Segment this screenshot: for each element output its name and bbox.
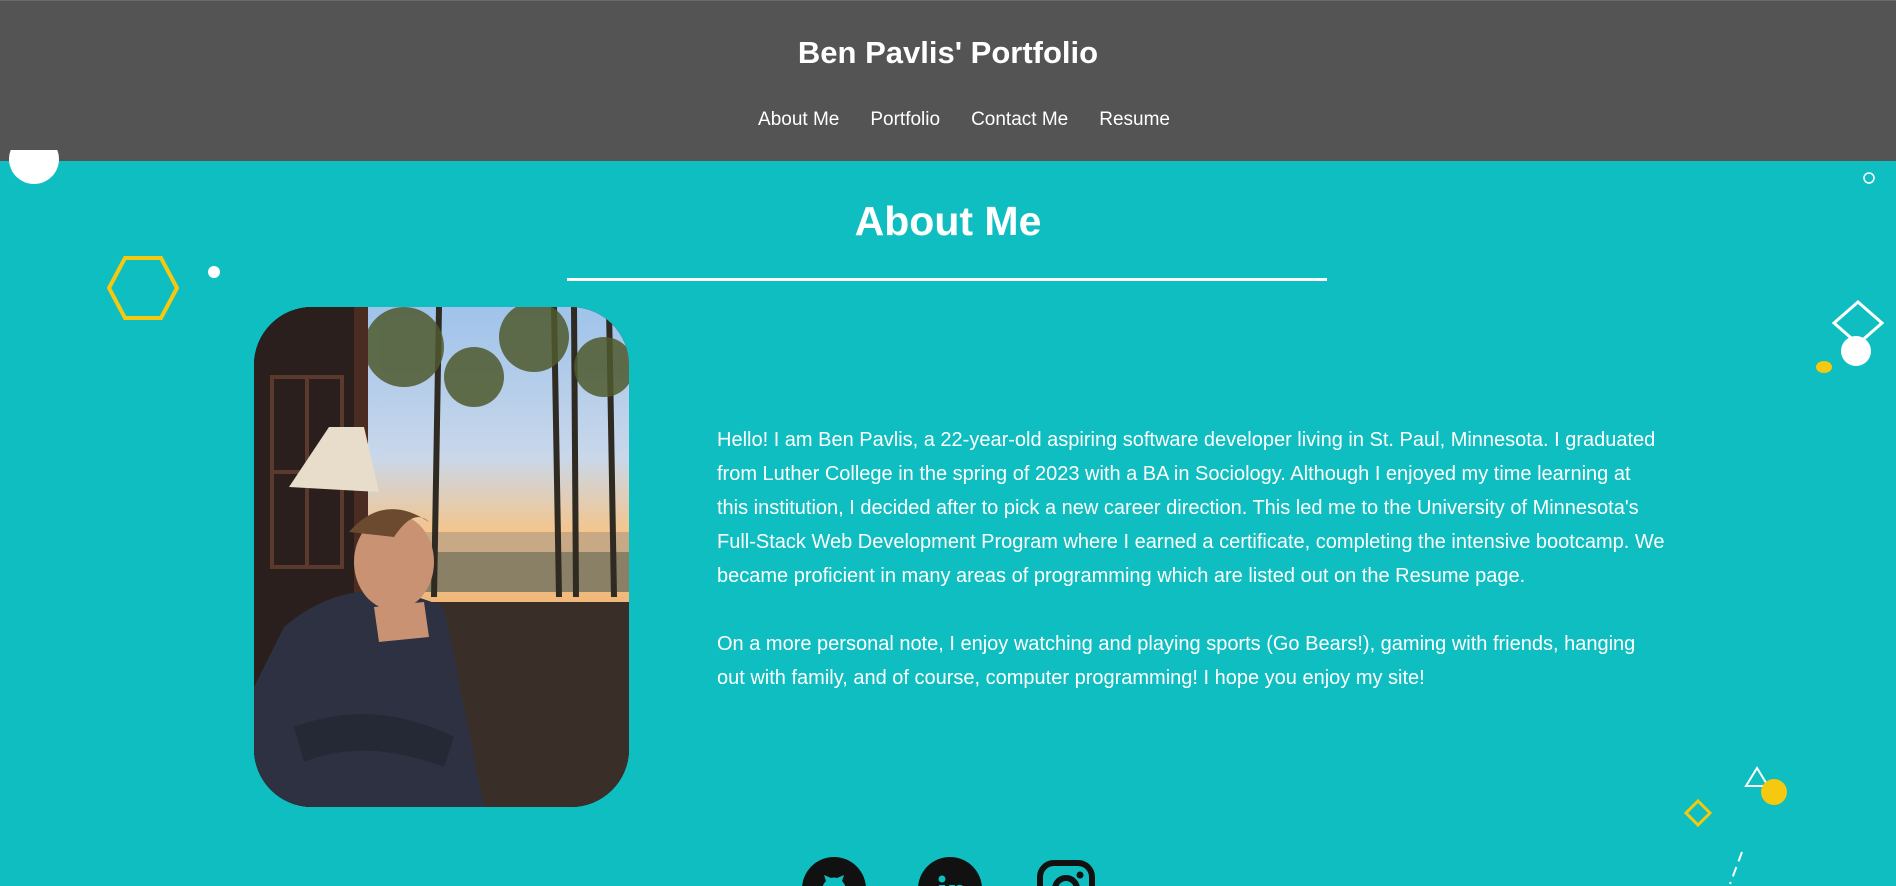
profile-photo: [254, 307, 629, 807]
decor-circle: [1760, 778, 1788, 806]
linkedin-icon[interactable]: [918, 857, 982, 886]
title-divider: [567, 278, 1327, 281]
github-icon[interactable]: [802, 857, 866, 886]
about-section: About Me Hello! I am Ben Pavlis, a 22-ye…: [0, 161, 1896, 886]
site-header: Ben Pavlis' Portfolio About Me Portfolio…: [0, 0, 1896, 161]
decor-ring: [1862, 171, 1876, 185]
nav-portfolio[interactable]: Portfolio: [870, 109, 940, 131]
instagram-icon[interactable]: [1034, 857, 1098, 886]
section-title: About Me: [854, 198, 1042, 244]
nav-about-me[interactable]: About Me: [758, 109, 839, 131]
decor-oval: [1815, 360, 1833, 374]
decor-diamond: [1684, 799, 1712, 827]
social-links: [802, 857, 1098, 886]
decor-circle: [8, 150, 60, 185]
main-nav: About Me Portfolio Contact Me Resume: [16, 109, 1896, 131]
decor-line: [1726, 850, 1746, 886]
nav-resume[interactable]: Resume: [1099, 109, 1170, 131]
nav-contact-me[interactable]: Contact Me: [971, 109, 1068, 131]
decor-dot: [207, 265, 221, 279]
decor-circle: [1840, 335, 1872, 367]
bio-paragraph: Hello! I am Ben Pavlis, a 22-year-old as…: [717, 429, 1665, 587]
site-title: Ben Pavlis' Portfolio: [797, 35, 1099, 70]
decor-hexagon: [107, 255, 179, 321]
bio-paragraph: On a more personal note, I enjoy watchin…: [717, 633, 1636, 689]
bio-text: Hello! I am Ben Pavlis, a 22-year-old as…: [717, 423, 1667, 695]
